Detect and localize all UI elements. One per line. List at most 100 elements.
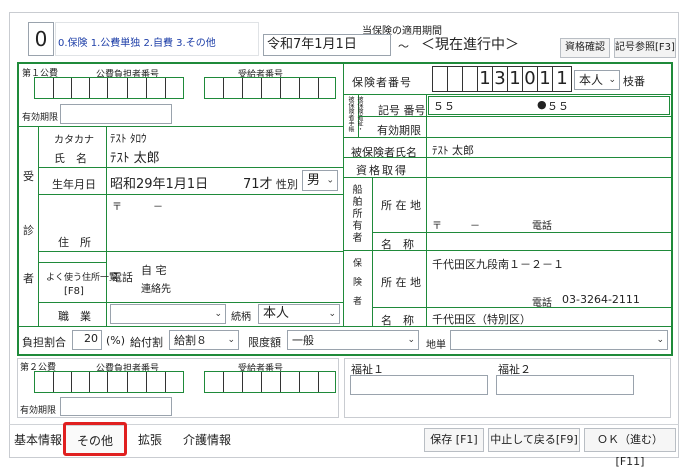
insurer-name-label: 名 称 — [381, 314, 414, 327]
patient-phone-bottom — [38, 302, 343, 303]
benefit-select[interactable]: 給割８ ⌄ — [169, 330, 239, 350]
chevron-down-icon: ⌄ — [214, 309, 222, 319]
insurer-digit-7: 0 — [523, 67, 538, 91]
frequent-address-key[interactable]: [F8] — [64, 286, 84, 297]
holder-name-value: ﾃｽﾄ 太郎 — [432, 144, 474, 157]
ok-proceed-button[interactable]: ＯＫ（進む）[F11] — [584, 428, 676, 468]
name-label: 氏 名 — [54, 152, 87, 165]
save-button[interactable]: 保存 [F1] — [424, 428, 484, 452]
symbol-number-field[interactable]: ５５ ● ５５ — [428, 96, 670, 115]
region-select[interactable]: ⌄ — [450, 330, 668, 350]
start-date-field[interactable]: 令和7年1月1日 — [263, 34, 391, 56]
insurer-number-cells[interactable]: 1 3 1 0 1 1 — [432, 66, 572, 92]
patient-label-col-line — [106, 127, 107, 326]
ship-postal-dash: － — [470, 221, 480, 232]
insurer-digit-1 — [433, 67, 448, 91]
insurer-digit-3 — [463, 67, 478, 91]
ship-phone-label: 電話 — [532, 221, 552, 232]
valid-row-bottom — [344, 137, 672, 138]
tab-extension[interactable]: 拡張 — [128, 425, 172, 455]
symbol-value: ５５ — [433, 100, 455, 113]
kohi1-recipient-cells[interactable] — [204, 77, 336, 99]
tab-basic-info[interactable]: 基本情報 — [12, 425, 64, 455]
burden-ratio-unit: (%) — [106, 334, 126, 347]
kana-value: ﾃｽﾄ ﾀﾛｳ — [110, 132, 147, 145]
kana-label: カタカナ — [54, 135, 94, 146]
phone-label: 電話 — [111, 271, 133, 284]
limit-select[interactable]: 一般 ⌄ — [287, 330, 419, 350]
insurer-address-value: 千代田区九段南１－２－１ — [432, 258, 564, 271]
welfare1-field[interactable] — [350, 375, 488, 395]
limit-value: 一般 — [292, 334, 314, 347]
kohi1-payer-cells[interactable] — [34, 77, 184, 99]
tab-care-info[interactable]: 介護情報 — [174, 425, 240, 455]
patient-name-bottom — [38, 167, 343, 168]
insurer-phone-value: 03-3264-2111 — [562, 293, 640, 306]
insurer-address-bottom — [372, 307, 672, 308]
ship-owner-vertical-label: 船舶所有者 — [350, 184, 361, 244]
qualification-check-button[interactable]: 資格確認 — [560, 38, 610, 58]
kohi1-valid-label: 有効期限 — [22, 113, 59, 123]
address-label: 住 所 — [58, 236, 91, 249]
welfare2-field[interactable] — [496, 375, 634, 395]
frequent-address-label: よく使う住所一覧 — [46, 273, 119, 283]
insurer-address-label: 所 在 地 — [381, 276, 421, 289]
period-tilde: ～ — [398, 40, 409, 53]
chevron-down-icon: ⌄ — [656, 335, 664, 345]
chevron-down-icon: ⌄ — [326, 175, 334, 185]
branch-label: 枝番 — [623, 75, 645, 88]
ship-address-label: 所 在 地 — [381, 199, 421, 212]
sex-label: 性別 — [276, 178, 298, 191]
relation-select[interactable]: 本人 ⌄ — [258, 304, 340, 324]
phone-home-label: 自 宅 — [141, 264, 167, 277]
sex-select[interactable]: 男 ⌄ — [302, 170, 338, 191]
limit-label: 限度額 — [248, 336, 281, 349]
insurer-info-vertical-label: 保険者 — [351, 258, 361, 315]
chevron-down-icon: ⌄ — [407, 335, 415, 345]
kohi2-payer-cells[interactable] — [34, 371, 184, 393]
phone-contact-label: 連絡先 — [141, 284, 171, 295]
holder-label-line — [426, 138, 427, 157]
burden-ratio-field[interactable]: 20 — [72, 330, 102, 350]
birth-label: 生年月日 — [52, 178, 96, 191]
ship-postal-mark: 〒 — [432, 221, 442, 232]
benefit-label: 給付割 — [130, 336, 163, 349]
cancel-return-button[interactable]: 中止して戻る[F9] — [488, 428, 580, 452]
age-value: 71才 — [243, 177, 273, 192]
name-value: ﾃｽﾄ 太郎 — [110, 151, 160, 166]
insurer-name-value: 千代田区（特別区） — [432, 313, 531, 326]
insurance-type-box[interactable]: 0 — [28, 22, 54, 56]
burden-ratio-value: 20 — [84, 332, 98, 345]
insurer-relation-select[interactable]: 本人 ⌄ — [574, 70, 620, 90]
patient-freq-split — [38, 262, 106, 263]
burden-ratio-label: 負担割合 — [22, 336, 66, 349]
insurer-digit-2 — [448, 67, 463, 91]
patient-section-label-3: 者 — [23, 272, 34, 285]
number-value: ５５ — [547, 100, 569, 113]
kohi1-valid-field[interactable] — [60, 104, 172, 124]
kohi2-recipient-cells[interactable] — [204, 371, 336, 393]
ship-label-line — [426, 178, 427, 250]
symbol-row-bottom — [358, 116, 672, 117]
kohi2-valid-field[interactable] — [60, 397, 172, 416]
end-date-text: ＜現在進行中＞ — [421, 37, 519, 53]
tab-other-highlight — [63, 422, 127, 456]
job-label: 職 業 — [58, 310, 91, 323]
start-date-value: 令和7年1月1日 — [267, 37, 357, 52]
address-field[interactable] — [110, 210, 340, 248]
benefit-value: 給割８ — [174, 334, 207, 347]
acquire-label: 資格取得 — [356, 164, 408, 177]
record-reference-button[interactable]: 記号参照[F3] — [614, 38, 676, 58]
relation-value: 本人 — [263, 306, 290, 321]
relation-label: 続柄 — [231, 312, 251, 323]
insurer-digit-4: 1 — [478, 67, 493, 91]
acquire-label-line — [426, 158, 427, 177]
insurer-digit-5: 3 — [493, 67, 508, 91]
insurer-relation-value: 本人 — [579, 73, 604, 87]
patient-left-col-line — [38, 127, 39, 326]
birth-value: 昭和29年1月1日 — [110, 177, 209, 192]
acquire-row-bottom — [344, 177, 672, 178]
job-select[interactable]: ⌄ — [110, 304, 226, 324]
chevron-down-icon: ⌄ — [328, 309, 336, 319]
chevron-down-icon: ⌄ — [227, 335, 235, 345]
